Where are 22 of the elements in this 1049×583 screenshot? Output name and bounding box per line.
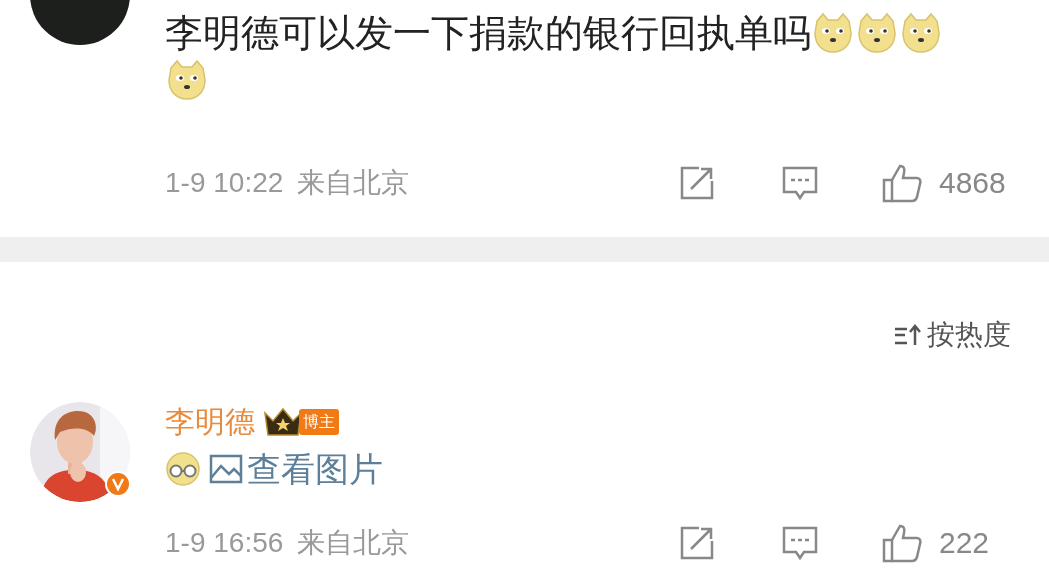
comment-text: 李明德可以发一下捐款的银行回执单吗	[165, 12, 811, 54]
glasses-face-icon	[165, 451, 201, 487]
like-count: 222	[939, 525, 991, 561]
dog-face-icon	[899, 11, 943, 55]
thumbs-up-icon[interactable]	[881, 522, 923, 563]
share-icon[interactable]	[679, 164, 715, 201]
dog-face-icon	[811, 11, 855, 55]
sort-icon	[893, 323, 923, 347]
dog-face-icon	[165, 58, 209, 102]
comment-location: 来自北京	[297, 165, 410, 200]
comment-time: 1-9 10:22	[165, 165, 284, 200]
comment-location: 来自北京	[297, 525, 410, 560]
comment-time: 1-9 16:56	[165, 525, 284, 560]
dog-face-icon	[855, 11, 899, 55]
author-name[interactable]: 李明德	[165, 402, 255, 442]
share-icon[interactable]	[679, 524, 715, 561]
like-count: 4868	[939, 165, 1007, 201]
thumbs-up-icon[interactable]	[881, 162, 923, 203]
sort-button[interactable]: 按热度	[893, 314, 1011, 356]
blogger-badge: 博主	[299, 409, 339, 435]
view-image-link[interactable]: 查看图片	[209, 446, 383, 492]
image-icon	[209, 454, 243, 484]
